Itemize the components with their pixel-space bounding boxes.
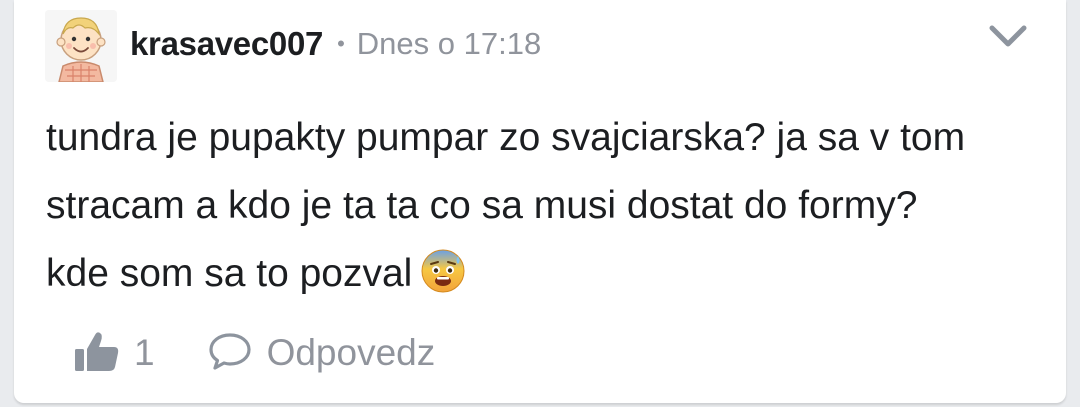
comment-line: kde som sa to pozval <box>46 240 1046 308</box>
anxious-face-emoji-icon <box>420 248 466 294</box>
reply-button[interactable]: Odpovedz <box>207 331 436 376</box>
speech-bubble-icon <box>207 331 253 376</box>
thumbs-up-icon <box>74 329 120 378</box>
like-count: 1 <box>134 332 155 373</box>
reply-label: Odpovedz <box>266 332 436 373</box>
comment-actions: 1 Odpovedz <box>74 330 435 376</box>
comment-text: tundra je pupakty pumpar zo svajciarska?… <box>46 104 1046 308</box>
comment-card: krasavec007 • Dnes o 17:18 tundra je pup… <box>14 0 1066 403</box>
chevron-down-icon[interactable] <box>986 18 1030 54</box>
avatar[interactable] <box>45 10 117 82</box>
comment-line-text: kde som sa to pozval <box>46 252 413 295</box>
author-name[interactable]: krasavec007 <box>130 25 323 63</box>
avatar-image <box>45 10 117 82</box>
timestamp[interactable]: Dnes o 17:18 <box>357 26 541 62</box>
like-button[interactable]: 1 <box>74 329 155 378</box>
comment-header: krasavec007 • Dnes o 17:18 <box>130 22 541 66</box>
comment-line: stracam a kdo je ta ta co sa musi dostat… <box>46 184 918 227</box>
comment-line: tundra je pupakty pumpar zo svajciarska?… <box>46 116 966 159</box>
header-separator: • <box>337 31 345 56</box>
